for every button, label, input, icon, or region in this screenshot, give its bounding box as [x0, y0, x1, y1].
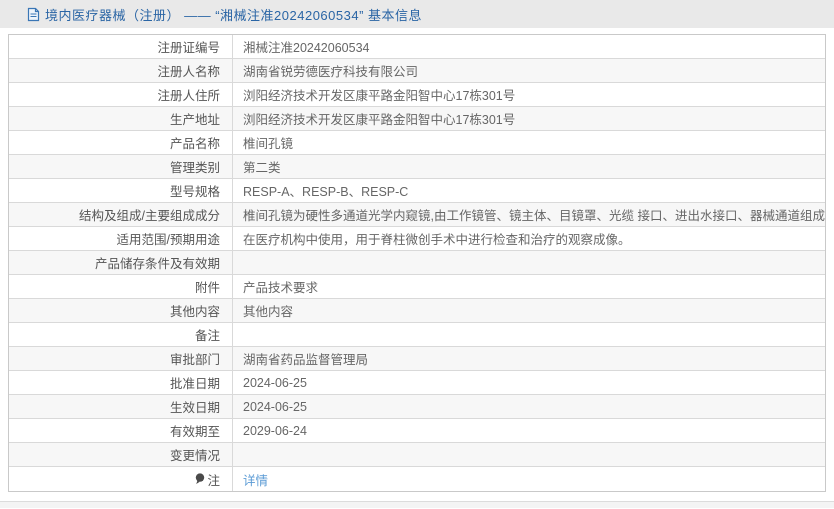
page-header: 境内医疗器械（注册） —— “湘械注准20242060534” 基本信息 — [0, 0, 834, 28]
row-value — [233, 323, 825, 346]
row-label: 审批部门 — [9, 347, 233, 370]
row-label: 生产地址 — [9, 107, 233, 130]
table-row: 附件 产品技术要求 — [9, 275, 825, 299]
table-row: 其他内容 其他内容 — [9, 299, 825, 323]
row-value: 湖南省药品监督管理局 — [243, 353, 369, 367]
row-value: 产品技术要求 — [243, 281, 319, 295]
table-row: 备注 — [9, 323, 825, 347]
table-row: 结构及组成/主要组成成分 椎间孔镜为硬性多通道光学内窥镜,由工作镜管、镜主体、目镜… — [9, 203, 825, 227]
row-value: 2024-06-25 — [243, 375, 307, 390]
detail-link[interactable]: 详情 — [243, 470, 268, 489]
table-row: 注详情 — [9, 467, 825, 491]
row-label: 附件 — [9, 275, 233, 298]
row-label: 注册人名称 — [9, 59, 233, 82]
table-row: 注册人住所 浏阳经济技术开发区康平路金阳智中心17栋301号 — [9, 83, 825, 107]
row-label: 注册证编号 — [9, 35, 233, 58]
table-row: 有效期至 2029-06-24 — [9, 419, 825, 443]
row-value — [233, 251, 825, 274]
note-icon — [195, 473, 205, 485]
table-row: 适用范围/预期用途 在医疗机构中使用，用于脊柱微创手术中进行检查和治疗的观察成像。 — [9, 227, 825, 251]
row-label: 批准日期 — [9, 371, 233, 394]
row-value: 浏阳经济技术开发区康平路金阳智中心17栋301号 — [243, 113, 516, 127]
document-icon — [27, 7, 40, 22]
row-label: 注册人住所 — [9, 83, 233, 106]
row-label: 适用范围/预期用途 — [9, 227, 233, 250]
page-title: 境内医疗器械（注册） —— “湘械注准20242060534” 基本信息 — [45, 7, 423, 23]
table-row: 产品名称 椎间孔镜 — [9, 131, 825, 155]
row-value: 椎间孔镜 — [243, 137, 294, 151]
row-label: 管理类别 — [9, 155, 233, 178]
row-label: 结构及组成/主要组成成分 — [9, 203, 233, 226]
row-label: 备注 — [9, 323, 233, 346]
row-value: 2029-06-24 — [243, 423, 307, 438]
row-value: 浏阳经济技术开发区康平路金阳智中心17栋301号 — [243, 89, 516, 103]
row-value: 2024-06-25 — [243, 399, 307, 414]
footer-divider — [0, 501, 834, 508]
table-row: 管理类别 第二类 — [9, 155, 825, 179]
row-label: 产品名称 — [9, 131, 233, 154]
row-label: 注 — [9, 467, 233, 491]
table-row: 生产地址 浏阳经济技术开发区康平路金阳智中心17栋301号 — [9, 107, 825, 131]
row-value: 湘械注准20242060534 — [243, 41, 370, 55]
row-value: 在医疗机构中使用，用于脊柱微创手术中进行检查和治疗的观察成像。 — [243, 233, 631, 247]
row-value: 椎间孔镜为硬性多通道光学内窥镜,由工作镜管、镜主体、目镜罩、光缆 接口、进出水接… — [243, 209, 825, 223]
row-value: 第二类 — [243, 161, 281, 175]
row-label: 产品储存条件及有效期 — [9, 251, 233, 274]
row-label: 变更情况 — [9, 443, 233, 466]
table-row: 批准日期 2024-06-25 — [9, 371, 825, 395]
table-row: 注册证编号 湘械注准20242060534 — [9, 35, 825, 59]
table-row: 审批部门 湖南省药品监督管理局 — [9, 347, 825, 371]
row-value: 详情 — [233, 467, 825, 491]
info-table: 注册证编号 湘械注准20242060534 注册人名称 湖南省锐劳德医疗科技有限公司注… — [8, 34, 826, 492]
row-value: RESP-A、RESP-B、RESP-C — [243, 185, 409, 199]
table-row: 型号规格 RESP-A、RESP-B、RESP-C — [9, 179, 825, 203]
row-label: 生效日期 — [9, 395, 233, 418]
row-value: 其他内容 — [243, 305, 294, 319]
row-value — [233, 443, 825, 466]
table-row: 变更情况 — [9, 443, 825, 467]
row-label: 型号规格 — [9, 179, 233, 202]
table-row: 注册人名称 湖南省锐劳德医疗科技有限公司 — [9, 59, 825, 83]
row-label: 其他内容 — [9, 299, 233, 322]
table-row: 产品储存条件及有效期 — [9, 251, 825, 275]
table-row: 生效日期 2024-06-25 — [9, 395, 825, 419]
row-value: 湖南省锐劳德医疗科技有限公司 — [243, 65, 419, 79]
row-label: 有效期至 — [9, 419, 233, 442]
